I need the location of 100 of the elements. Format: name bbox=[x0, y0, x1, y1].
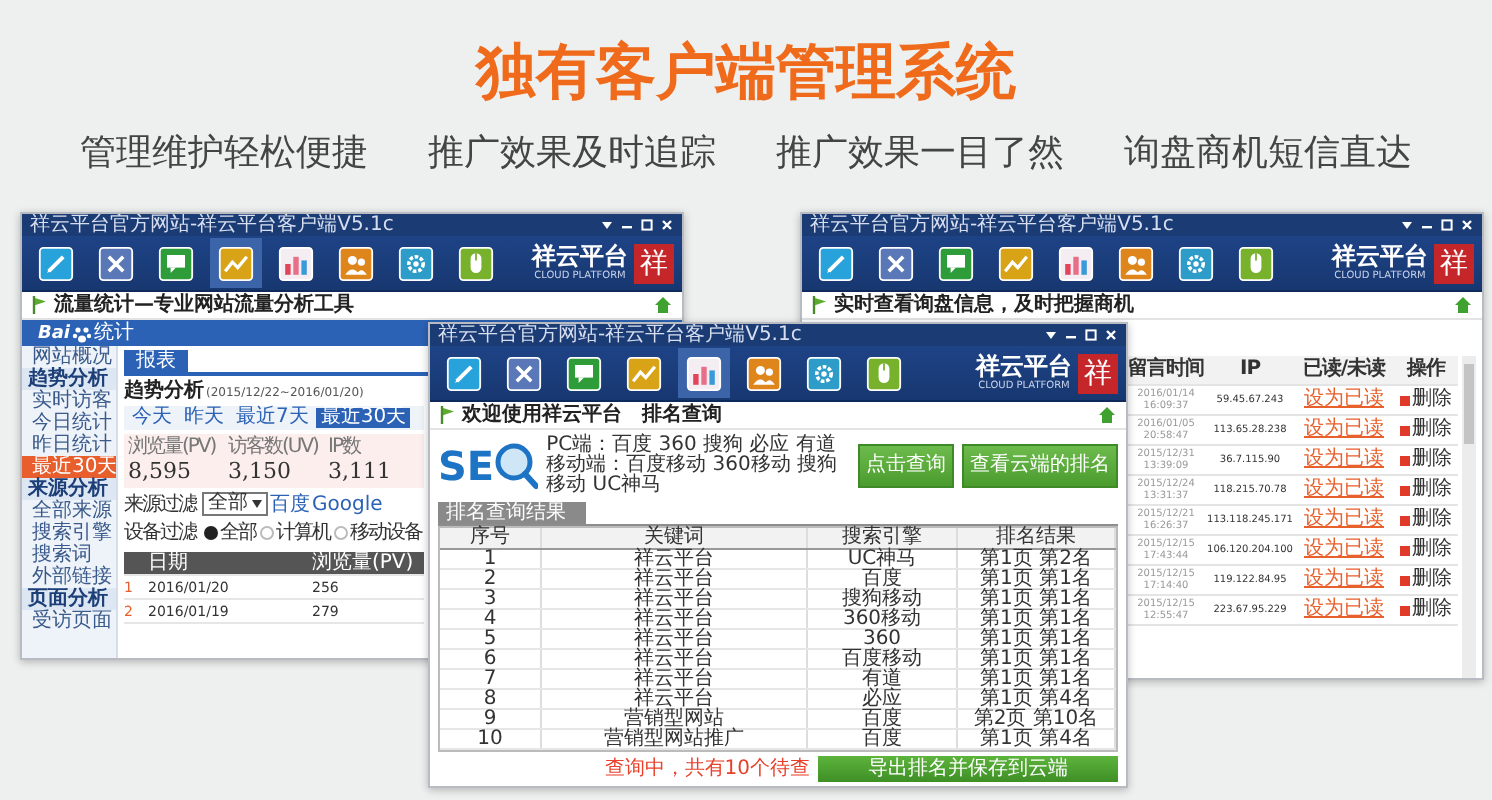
sidebar-item[interactable]: 最近30天 bbox=[22, 456, 116, 478]
sidebar-item[interactable]: 网站概况 bbox=[22, 346, 116, 368]
page-heading: 实时查看询盘信息，及时把握商机 bbox=[834, 293, 1136, 317]
column-header: 留言时间 bbox=[1126, 360, 1206, 380]
sidebar-item[interactable]: 实时访客 bbox=[22, 390, 116, 412]
table-cell: 祥云平台 bbox=[542, 650, 808, 668]
delete-link[interactable]: 删除 bbox=[1412, 420, 1452, 440]
table-cell: 祥云平台 bbox=[542, 630, 808, 648]
sidebar-item[interactable]: 今日统计 bbox=[22, 412, 116, 434]
dropdown-icon bbox=[1044, 328, 1058, 342]
mouse-icon bbox=[866, 355, 902, 391]
mark-read-link[interactable]: 设为已读 bbox=[1304, 540, 1384, 560]
stat-label: 浏览量(PV) bbox=[128, 438, 218, 458]
radio-button[interactable] bbox=[204, 525, 218, 539]
delete-link[interactable]: 删除 bbox=[1412, 570, 1452, 590]
table-cell: 营销型网站 bbox=[542, 710, 808, 728]
mark-read-link[interactable]: 设为已读 bbox=[1304, 420, 1384, 440]
chat-bubble-icon bbox=[938, 245, 974, 281]
delete-link[interactable]: 删除 bbox=[1412, 450, 1452, 470]
table-cell: 第2页 第10名 bbox=[958, 710, 1116, 728]
table-cell: 第1页 第4名 bbox=[958, 690, 1116, 708]
source-select[interactable]: 全部 bbox=[202, 492, 268, 516]
delete-link[interactable]: 删除 bbox=[1412, 390, 1452, 410]
feature-text: 推广效果一目了然 bbox=[776, 132, 1064, 176]
home-icon bbox=[1454, 296, 1472, 314]
sidebar-item[interactable]: 受访页面 bbox=[22, 610, 116, 632]
sidebar-item[interactable]: 搜索词 bbox=[22, 544, 116, 566]
mark-read-link[interactable]: 设为已读 bbox=[1304, 480, 1384, 500]
table-cell: 第1页 第1名 bbox=[958, 630, 1116, 648]
toolbar-button[interactable] bbox=[678, 348, 730, 398]
sidebar-item[interactable]: 全部来源 bbox=[22, 500, 116, 522]
table-cell: 第1页 第1名 bbox=[958, 610, 1116, 628]
mark-read-link[interactable]: 设为已读 bbox=[1304, 600, 1384, 620]
delete-link[interactable]: 删除 bbox=[1412, 510, 1452, 530]
brand-text: 统计 bbox=[94, 321, 135, 345]
scrollbar-thumb[interactable] bbox=[1464, 364, 1474, 444]
sidebar-item[interactable]: 来源分析 bbox=[22, 478, 116, 500]
period-button[interactable]: 最近7天 bbox=[232, 408, 313, 428]
radio-button[interactable] bbox=[334, 525, 348, 539]
source-link[interactable]: 百度 bbox=[270, 493, 310, 515]
table-cell: 必应 bbox=[808, 690, 958, 708]
table-cell: 第1页 第1名 bbox=[958, 570, 1116, 588]
results-tab[interactable]: 排名查询结果 bbox=[438, 502, 586, 524]
delete-link[interactable]: 删除 bbox=[1412, 480, 1452, 500]
report-tab[interactable]: 报表 bbox=[124, 350, 188, 372]
table-cell: 3 bbox=[440, 590, 542, 608]
table-cell: 祥云平台 bbox=[542, 610, 808, 628]
stat-value: 3,150 bbox=[228, 458, 293, 484]
mark-read-link[interactable]: 设为已读 bbox=[1304, 390, 1384, 410]
delete-link[interactable]: 删除 bbox=[1412, 540, 1452, 560]
period-button[interactable]: 今天 bbox=[128, 408, 176, 428]
table-cell: 有道 bbox=[808, 670, 958, 688]
mark-read-link[interactable]: 设为已读 bbox=[1304, 450, 1384, 470]
radio-label: 全部 bbox=[220, 521, 256, 543]
table-cell: 祥云平台 bbox=[542, 690, 808, 708]
radio-button[interactable] bbox=[260, 525, 274, 539]
line-chart-icon bbox=[626, 355, 662, 391]
delete-link[interactable]: 删除 bbox=[1412, 600, 1452, 620]
page-heading: 流量统计—专业网站流量分析工具 bbox=[54, 293, 356, 317]
table-cell: 4 bbox=[440, 610, 542, 628]
engine-list: 移动端：百度移动 360移动 搜狗移动 UC神马 bbox=[546, 456, 850, 496]
delete-icon bbox=[1400, 575, 1410, 585]
table-cell: 第1页 第1名 bbox=[958, 670, 1116, 688]
column-header: 序号 bbox=[440, 528, 542, 548]
logo-name: 祥云平台 bbox=[532, 244, 628, 270]
sidebar-item[interactable]: 昨日统计 bbox=[22, 434, 116, 456]
column-header: 排名结果 bbox=[958, 528, 1116, 548]
radio-label: 计算机 bbox=[276, 521, 330, 543]
column-header: 操作 bbox=[1404, 360, 1448, 380]
sidebar-item[interactable]: 页面分析 bbox=[22, 588, 116, 610]
sidebar-item[interactable]: 搜索引擎 bbox=[22, 522, 116, 544]
feature-text: 推广效果及时追踪 bbox=[428, 132, 716, 176]
table-cell: 7 bbox=[440, 670, 542, 688]
delete-icon bbox=[1400, 605, 1410, 615]
table-cell: UC神马 bbox=[808, 550, 958, 568]
close-icon bbox=[1460, 218, 1474, 232]
bar-chart-icon bbox=[278, 245, 314, 281]
table-cell: 搜狗移动 bbox=[808, 590, 958, 608]
people-icon bbox=[1118, 245, 1154, 281]
source-link[interactable]: Google bbox=[312, 493, 383, 515]
sidebar-item[interactable]: 趋势分析 bbox=[22, 368, 116, 390]
logo-name: 祥云平台 bbox=[1332, 244, 1428, 270]
gear-icon bbox=[1178, 245, 1214, 281]
home-icon bbox=[654, 296, 672, 314]
mark-read-link[interactable]: 设为已读 bbox=[1304, 510, 1384, 530]
maximize-icon bbox=[1440, 218, 1454, 232]
flag-icon bbox=[32, 296, 48, 314]
period-button[interactable]: 昨天 bbox=[180, 408, 228, 428]
delete-icon bbox=[1400, 395, 1410, 405]
sidebar-item[interactable]: 外部链接 bbox=[22, 566, 116, 588]
mark-read-link[interactable]: 设为已读 bbox=[1304, 570, 1384, 590]
column-header: 已读/未读 bbox=[1300, 360, 1388, 380]
scrollbar[interactable] bbox=[1462, 356, 1476, 678]
toolbar-button[interactable] bbox=[210, 238, 262, 288]
table-cell: 6 bbox=[440, 650, 542, 668]
brand-text: Bai bbox=[38, 321, 71, 345]
period-button[interactable]: 最近30天 bbox=[316, 408, 411, 428]
pencil-icon bbox=[818, 245, 854, 281]
chat-bubble-icon bbox=[158, 245, 194, 281]
people-icon bbox=[338, 245, 374, 281]
